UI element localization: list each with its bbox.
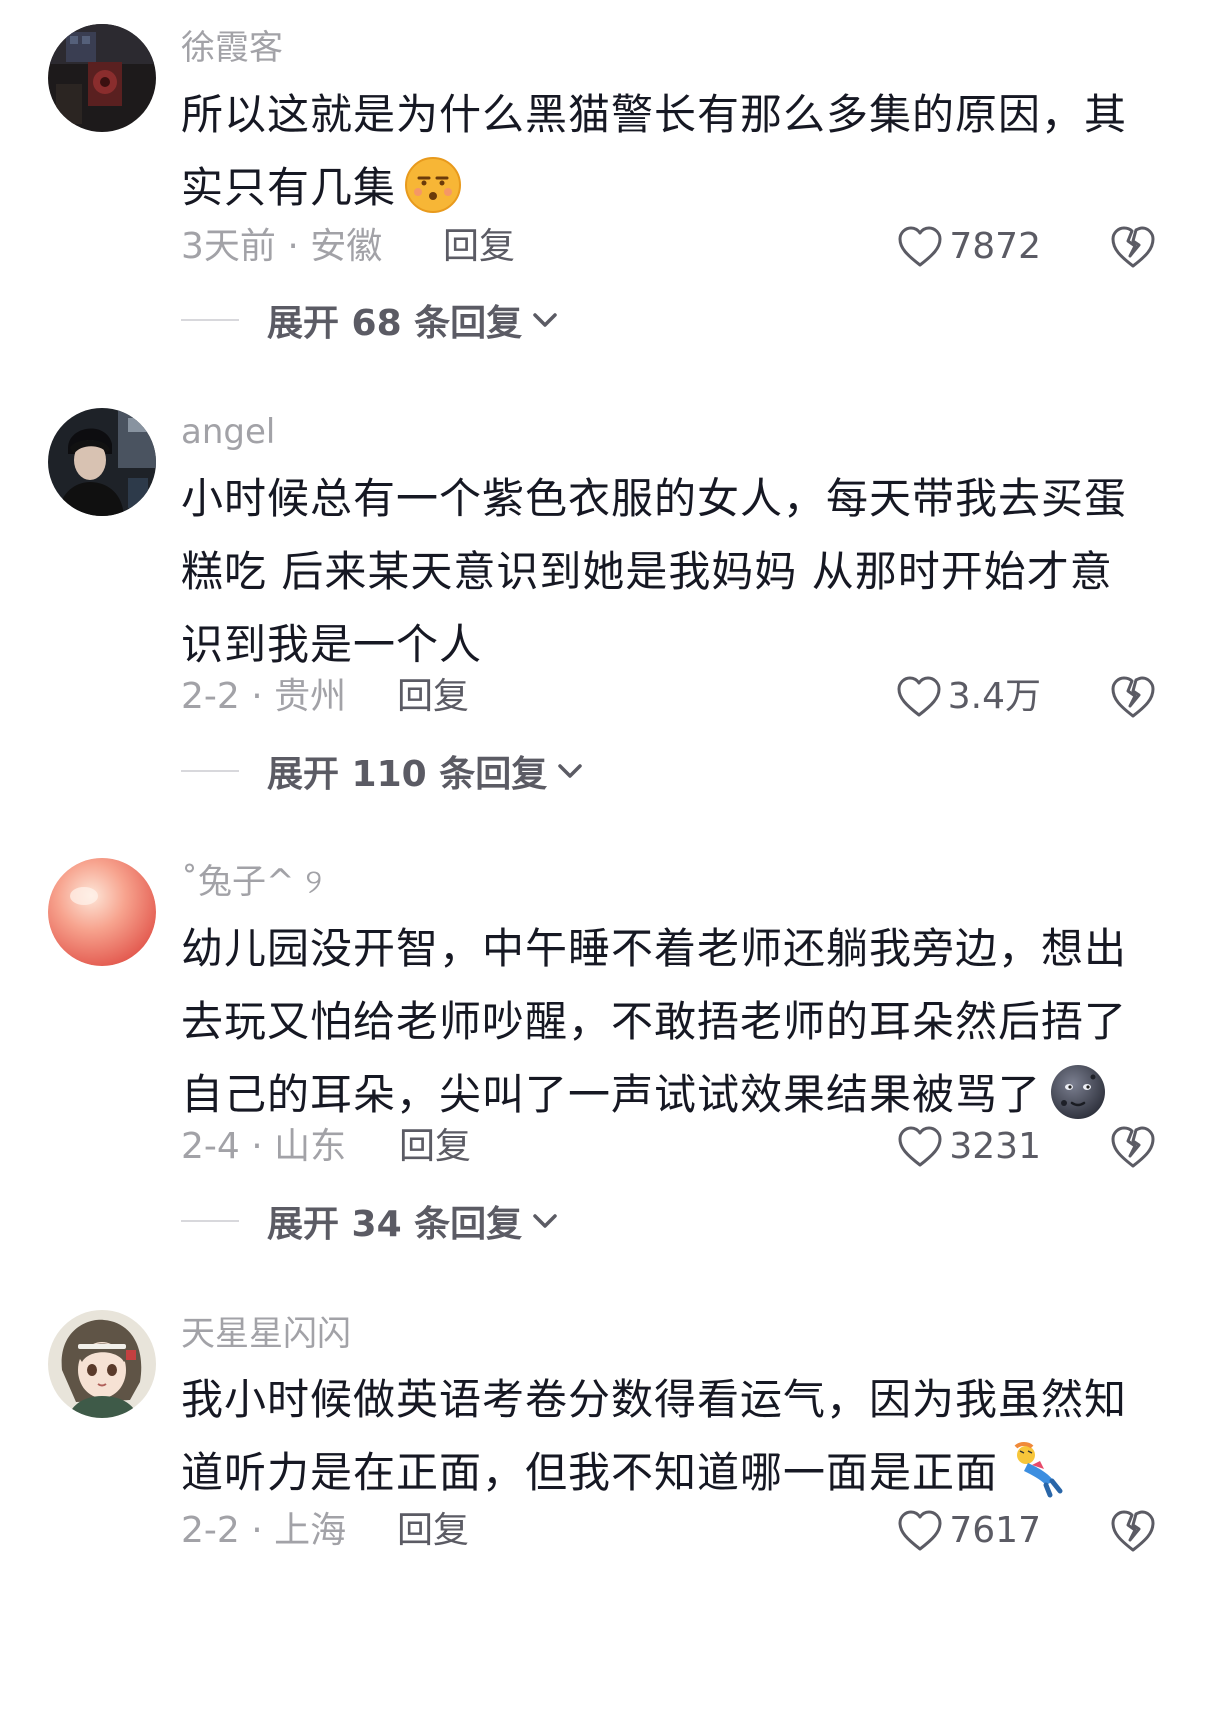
comment-item: 天星星闪闪 我小时候做英语考卷分数得看运气，因为我虽然知道听力是在正面，但我不知… [0, 0, 1206, 1711]
like-count: 7617 [949, 1510, 1041, 1551]
heart-icon [898, 1510, 942, 1551]
comment-meta: 2-2 · 上海 回复 7617 [181, 1506, 1161, 1556]
reply-button[interactable]: 回复 [397, 1506, 469, 1556]
falling-person-emoji-icon [1006, 1441, 1064, 1499]
time-location: 2-2 · 上海 [181, 1510, 347, 1551]
like-button[interactable]: 7617 [897, 1506, 1041, 1556]
broken-heart-icon[interactable] [1110, 1508, 1156, 1554]
comment-text-body: 我小时候做英语考卷分数得看运气，因为我虽然知道听力是在正面，但我不知道哪一面是正… [181, 1375, 1128, 1497]
comment-text: 我小时候做英语考卷分数得看运气，因为我虽然知道听力是在正面，但我不知道哪一面是正… [181, 1363, 1151, 1509]
username[interactable]: 天星星闪闪 [181, 1314, 351, 1354]
user-avatar[interactable] [48, 1310, 156, 1418]
avatar-anime-girl-icon [48, 1310, 156, 1418]
